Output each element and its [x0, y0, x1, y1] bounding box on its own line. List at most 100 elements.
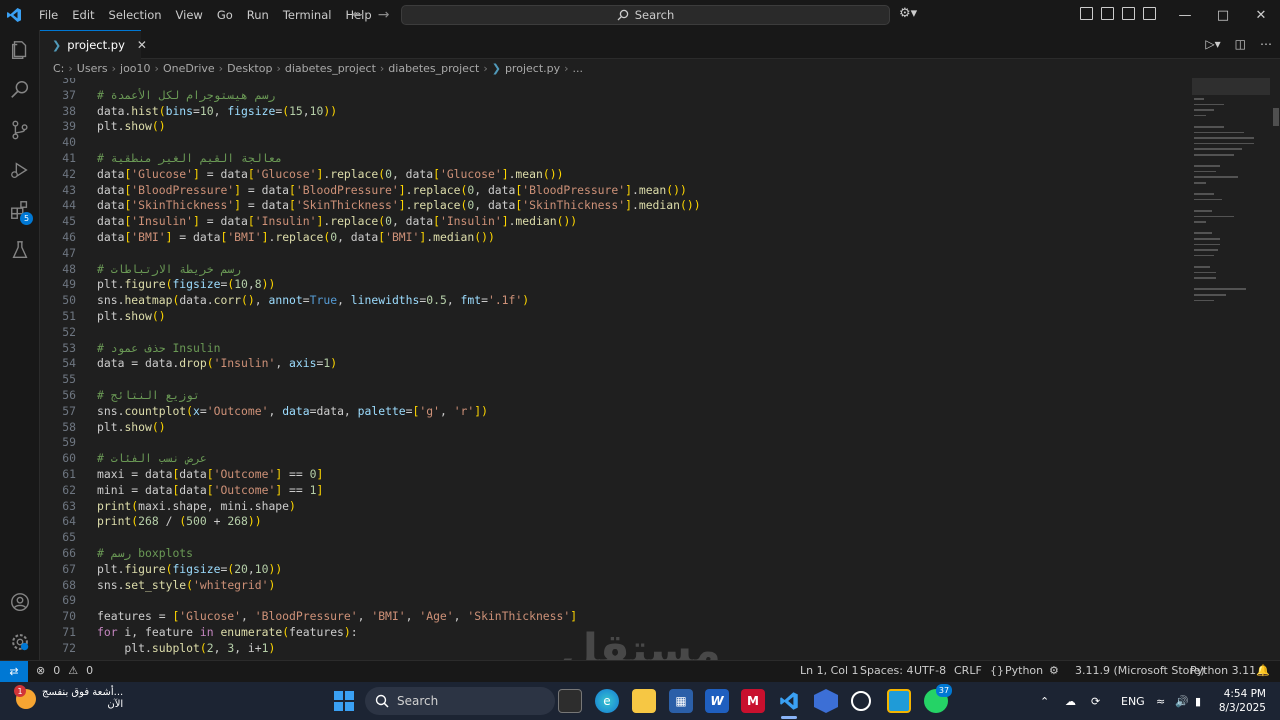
- edge-browser-icon[interactable]: e: [595, 689, 619, 713]
- problems-indicator[interactable]: ⊗ 0 ⚠ 0: [36, 664, 93, 677]
- breadcrumb-item[interactable]: Desktop: [227, 62, 272, 75]
- code-line[interactable]: 40: [40, 135, 1192, 151]
- sync-icon[interactable]: ⟳: [1091, 682, 1100, 720]
- weather-widget[interactable]: 1 أشعة فوق بنفسج... الآن: [14, 685, 123, 711]
- code-line[interactable]: 36: [40, 78, 1192, 88]
- menu-selection[interactable]: Selection: [102, 0, 169, 30]
- extensions-icon[interactable]: 5: [0, 190, 40, 230]
- indentation[interactable]: Spaces: 4: [860, 664, 913, 677]
- menu-go[interactable]: Go: [210, 0, 240, 30]
- menu-view[interactable]: View: [169, 0, 210, 30]
- code-line[interactable]: 68 sns.set_style('whitegrid'): [40, 578, 1192, 594]
- tab-project-py[interactable]: ❯ project.py ✕: [40, 30, 147, 59]
- taskbar-search[interactable]: Search: [365, 687, 555, 715]
- run-python-file-icon[interactable]: ▷▾: [1205, 37, 1220, 51]
- breadcrumb-item[interactable]: joo10: [120, 62, 151, 75]
- code-line[interactable]: 58 plt.show(): [40, 420, 1192, 436]
- code-line[interactable]: 46 data['BMI'] = data['BMI'].replace(0, d…: [40, 230, 1192, 246]
- code-line[interactable]: 67 plt.figure(figsize=(20,10)): [40, 562, 1192, 578]
- windows-start-icon[interactable]: [334, 691, 354, 711]
- breadcrumb-item[interactable]: Users: [77, 62, 108, 75]
- customize-layout-icon[interactable]: [1080, 7, 1093, 20]
- toggle-panel-icon[interactable]: [1122, 7, 1135, 20]
- more-actions-icon[interactable]: ⋯: [1260, 37, 1272, 51]
- code-line[interactable]: 50 sns.heatmap(data.corr(), annot=True, l…: [40, 293, 1192, 309]
- volume-icon[interactable]: 🔊: [1175, 682, 1189, 720]
- code-line[interactable]: 52: [40, 325, 1192, 341]
- search-sidebar-icon[interactable]: [0, 70, 40, 110]
- code-line[interactable]: 42 data['Glucose'] = data['Glucose'].repl…: [40, 167, 1192, 183]
- code-line[interactable]: 69: [40, 593, 1192, 609]
- language-mode[interactable]: Python: [1005, 664, 1043, 677]
- breadcrumb-item[interactable]: diabetes_project: [285, 62, 376, 75]
- code-line[interactable]: 64 print(268 / (500 + 268)): [40, 514, 1192, 530]
- code-line[interactable]: 39 plt.show(): [40, 119, 1192, 135]
- file-explorer-icon[interactable]: [632, 689, 656, 713]
- onedrive-cloud-icon[interactable]: ☁: [1065, 682, 1076, 720]
- microsoft-store-icon[interactable]: ▦: [669, 689, 693, 713]
- code-line[interactable]: 48 # رسم خريطة الارتباطات: [40, 262, 1192, 278]
- menu-file[interactable]: File: [32, 0, 65, 30]
- code-line[interactable]: 53 # حذف عمود Insulin: [40, 341, 1192, 357]
- toggle-secondary-sidebar-icon[interactable]: [1143, 7, 1156, 20]
- manage-gear-icon[interactable]: [0, 622, 40, 662]
- menu-terminal[interactable]: Terminal: [276, 0, 339, 30]
- menu-edit[interactable]: Edit: [65, 0, 101, 30]
- end-of-line[interactable]: CRLF: [954, 664, 982, 677]
- minimize-icon[interactable]: —: [1166, 0, 1204, 30]
- breadcrumb-item[interactable]: project.py: [505, 62, 560, 75]
- code-line[interactable]: 41 # معالجة القيم الغير منطقية: [40, 151, 1192, 167]
- toggle-sidebar-icon[interactable]: [1101, 7, 1114, 20]
- code-line[interactable]: 47: [40, 246, 1192, 262]
- code-line[interactable]: 59: [40, 435, 1192, 451]
- split-editor-icon[interactable]: ◫: [1235, 37, 1246, 51]
- menu-run[interactable]: Run: [240, 0, 276, 30]
- wifi-icon[interactable]: ≈: [1156, 682, 1165, 720]
- input-language[interactable]: ENG: [1121, 682, 1145, 720]
- file-encoding[interactable]: UTF-8: [914, 664, 946, 677]
- maximize-icon[interactable]: □: [1204, 0, 1242, 30]
- code-line[interactable]: 43 data['BloodPressure'] = data['BloodPre…: [40, 183, 1192, 199]
- breadcrumb-item[interactable]: OneDrive: [163, 62, 215, 75]
- battery-icon[interactable]: ▮: [1195, 682, 1201, 720]
- code-line[interactable]: 62 mini = data[data['Outcome'] == 1]: [40, 483, 1192, 499]
- forward-arrow-icon[interactable]: →: [378, 7, 390, 23]
- code-line[interactable]: 49 plt.figure(figsize=(10,8)): [40, 277, 1192, 293]
- code-line[interactable]: 63 print(maxi.shape, mini.shape): [40, 499, 1192, 515]
- chatgpt-icon[interactable]: [851, 691, 871, 711]
- system-clock[interactable]: 4:54 PM 8/3/2025: [1210, 687, 1266, 715]
- source-control-icon[interactable]: [0, 110, 40, 150]
- testing-icon[interactable]: [0, 230, 40, 270]
- minimap[interactable]: [1192, 78, 1272, 660]
- python-interpreter[interactable]: 3.11.9 (Microsoft Store): [1075, 664, 1205, 677]
- code-line[interactable]: 51 plt.show(): [40, 309, 1192, 325]
- code-line[interactable]: 44 data['SkinThickness'] = data['SkinThic…: [40, 198, 1192, 214]
- copilot-icon[interactable]: ⚙▾: [899, 6, 917, 21]
- code-line[interactable]: 37 # رسم هيستوجرام لكل الأعمدة: [40, 88, 1192, 104]
- code-line[interactable]: 54 data = data.drop('Insulin', axis=1): [40, 356, 1192, 372]
- notifications-bell-icon[interactable]: 🔔: [1256, 664, 1270, 677]
- mcafee-icon[interactable]: M: [741, 689, 765, 713]
- breadcrumb-item[interactable]: C:: [53, 62, 64, 75]
- whatsapp-icon[interactable]: 37: [924, 684, 952, 713]
- accounts-icon[interactable]: [0, 582, 40, 622]
- scrollbar-thumb[interactable]: [1273, 108, 1279, 126]
- pen-app-icon[interactable]: W: [705, 689, 729, 713]
- code-line[interactable]: 65: [40, 530, 1192, 546]
- code-editor[interactable]: 36 37 # رسم هيستوجرام لكل الأعمدة 38 data.hi…: [40, 78, 1192, 660]
- code-line[interactable]: 56 # توزيع النتائج: [40, 388, 1192, 404]
- show-hidden-icons[interactable]: ⌃: [1040, 682, 1049, 720]
- breadcrumb-item[interactable]: ...: [573, 62, 584, 75]
- breadcrumb-item[interactable]: diabetes_project: [388, 62, 479, 75]
- vscode-taskbar-icon[interactable]: [777, 689, 801, 713]
- code-line[interactable]: 61 maxi = data[data['Outcome'] == 0]: [40, 467, 1192, 483]
- command-center-search[interactable]: Search: [401, 5, 890, 25]
- code-line[interactable]: 38 data.hist(bins=10, figsize=(15,10)): [40, 104, 1192, 120]
- remote-indicator-icon[interactable]: ⇄: [0, 661, 28, 682]
- code-line[interactable]: 70 features = ['Glucose', 'BloodPressure'…: [40, 609, 1192, 625]
- screen-tool-icon[interactable]: [887, 689, 911, 713]
- explorer-icon[interactable]: [0, 30, 40, 70]
- code-line[interactable]: 55: [40, 372, 1192, 388]
- code-line[interactable]: 66 # رسم boxplots: [40, 546, 1192, 562]
- python-version[interactable]: Python 3.11: [1190, 664, 1256, 677]
